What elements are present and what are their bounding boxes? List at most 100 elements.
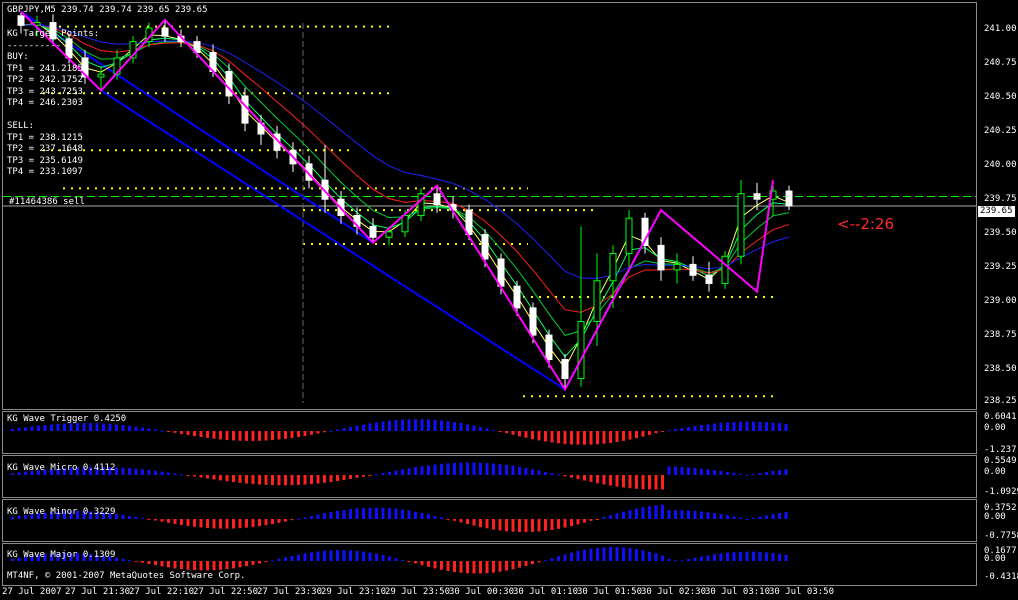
histogram-bar	[440, 517, 443, 519]
histogram-bar	[498, 431, 502, 432]
histogram-bar	[557, 556, 560, 561]
histogram-bar	[576, 519, 580, 525]
indicator-pane-micro[interactable]: KG Wave Micro 0.4112	[2, 455, 977, 498]
buy-tp4: TP4 = 246.2303	[7, 98, 83, 108]
histogram-bar	[362, 551, 365, 561]
histogram-bar	[505, 519, 508, 532]
histogram-bar	[297, 431, 300, 438]
histogram-bar	[583, 431, 586, 445]
histogram-bar	[622, 511, 625, 519]
histogram-bar	[654, 505, 658, 519]
histogram-bar	[511, 561, 515, 570]
candle-body	[705, 274, 713, 284]
histogram-bar	[563, 475, 567, 477]
candle-body	[513, 285, 521, 309]
histogram-bar	[186, 431, 190, 436]
histogram-bar	[427, 561, 430, 567]
histogram-bar	[160, 430, 164, 432]
histogram-bar	[518, 466, 521, 475]
histogram-bar	[687, 510, 690, 519]
histogram-bar	[427, 514, 430, 519]
histogram-bar	[121, 558, 125, 561]
histogram-bar	[271, 475, 274, 486]
histogram-bar	[290, 555, 294, 561]
histogram-bar	[277, 431, 281, 440]
candle-body	[593, 280, 601, 322]
indicator-scale-min: -1.237	[984, 445, 1017, 455]
sell-label: SELL:	[7, 121, 35, 131]
target-panel-separator: ----------	[7, 40, 62, 51]
current-price-box: 239.65	[978, 206, 1015, 217]
indicator-scale-zero: 0.00	[984, 423, 1006, 433]
histogram-bar	[433, 561, 437, 569]
histogram-bar	[505, 464, 508, 475]
indicator-pane-major[interactable]: KG Wave Major 0.1309 MT4NF, © 2001-2007 …	[2, 543, 977, 586]
histogram-bar	[524, 561, 528, 566]
histogram-bar	[537, 561, 541, 563]
histogram-bar	[648, 506, 651, 519]
histogram-bar	[225, 561, 229, 570]
histogram-bar	[271, 519, 274, 525]
histogram-bar	[414, 419, 417, 431]
histogram-bar	[706, 469, 710, 475]
histogram-bar	[271, 431, 274, 441]
time-axis[interactable]: 27 Jul 2007 27 Jul 21:30 27 Jul 22:10 27…	[2, 586, 977, 600]
candle-body	[657, 244, 665, 271]
order-label[interactable]: #11464386 sell	[9, 197, 85, 207]
histogram-bar	[667, 558, 671, 561]
histogram-bar	[381, 421, 385, 431]
histogram-bar	[167, 561, 170, 568]
histogram-bar	[778, 423, 781, 431]
histogram-bar	[485, 463, 489, 475]
candle-body	[369, 225, 377, 238]
histogram-bar	[511, 431, 515, 435]
histogram-bar	[680, 560, 684, 562]
histogram-bar	[544, 519, 547, 531]
histogram-bar	[596, 475, 599, 484]
histogram-bar	[284, 475, 287, 486]
histogram-bar	[557, 431, 560, 444]
time-tick: 29 Jul 23:10	[321, 587, 387, 597]
histogram-bar	[342, 509, 346, 519]
histogram-bar	[622, 475, 625, 488]
histogram-bar	[485, 428, 489, 431]
histogram-bar	[745, 551, 749, 561]
candle-body	[737, 193, 745, 257]
histogram-bar	[784, 423, 788, 431]
histogram-bar	[407, 561, 411, 562]
histogram-bar	[121, 514, 125, 519]
histogram-bar	[524, 431, 528, 438]
histogram-bar	[531, 561, 534, 565]
histogram-bar	[407, 468, 411, 475]
histogram-bar	[167, 472, 170, 475]
histogram-bar	[518, 431, 521, 437]
histogram-bar	[414, 467, 417, 475]
histogram-bar	[381, 555, 385, 561]
histogram-bar	[95, 423, 99, 431]
histogram-bar	[284, 519, 287, 522]
histogram-bar	[310, 552, 313, 561]
price-tick: 239.50	[984, 228, 1017, 238]
candle-body	[241, 95, 249, 124]
histogram-bar	[245, 519, 248, 528]
histogram-bar	[147, 470, 151, 475]
indicator-scale-min: -0.7758	[984, 531, 1018, 541]
histogram-bar	[576, 475, 580, 480]
indicator-pane-minor[interactable]: KG Wave Minor 0.3229	[2, 499, 977, 542]
histogram-bar	[589, 475, 593, 482]
histogram-bar	[765, 515, 768, 519]
histogram-bar	[128, 468, 131, 475]
histogram-bar	[732, 552, 736, 561]
sell-tp1: TP1 = 238.1215	[7, 132, 83, 143]
indicator-pane-trigger[interactable]: KG Wave Trigger 0.4250	[2, 411, 977, 454]
sell-tp3: TP3 = 235.6149	[7, 155, 83, 166]
histogram-bar	[726, 422, 729, 431]
histogram-bar	[570, 519, 573, 527]
histogram-bar	[576, 551, 580, 561]
histogram-bar	[316, 514, 320, 519]
histogram-bar	[719, 422, 723, 431]
histogram-bar	[563, 431, 567, 444]
candle-body	[545, 334, 553, 361]
main-chart-pane[interactable]: GBPJPY,M5 239.74 239.74 239.65 239.65 KG…	[2, 2, 977, 410]
histogram-bar	[648, 475, 651, 490]
